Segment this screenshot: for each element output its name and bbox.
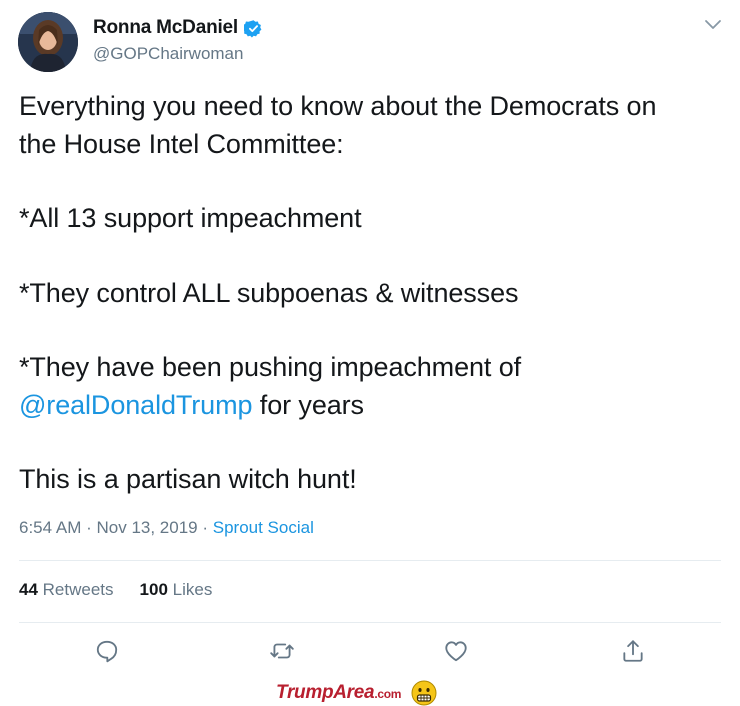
tweet-stats: 44 Retweets 100 Likes [19, 580, 212, 600]
tweet-source-link[interactable]: Sprout Social [213, 518, 314, 537]
tweet-line: *They have been pushing impeachment of [19, 352, 522, 382]
tweet-actions [0, 638, 740, 670]
watermark-brand: TrumpArea [276, 682, 375, 703]
tweet-card: Ronna McDaniel @GOPChairwoman Everything… [0, 0, 740, 706]
tweet-text: Everything you need to know about the De… [19, 88, 719, 499]
tweet-line-rest: for years [252, 389, 364, 420]
tweet-date[interactable]: Nov 13, 2019 [96, 518, 197, 537]
reply-icon[interactable] [94, 638, 124, 668]
tweet-line: This is a partisan witch hunt! [19, 464, 357, 494]
watermark-logo: TrumpArea.com [276, 682, 401, 704]
likes-count: 100 [139, 580, 168, 599]
tweet-line: *All 13 support impeachment [19, 203, 362, 233]
watermark-suffix: .com [374, 687, 402, 701]
retweets-stat[interactable]: 44 Retweets [19, 580, 114, 600]
mention-link[interactable]: @realDonaldTrump [19, 390, 253, 420]
divider [19, 622, 721, 623]
likes-label: Likes [172, 580, 213, 599]
tweet-line: the House Intel Committee: [19, 128, 344, 159]
retweets-count: 44 [19, 580, 38, 599]
tweet-time[interactable]: 6:54 AM [19, 518, 81, 537]
tweet-line: *They control ALL subpoenas & witnesses [19, 277, 519, 308]
tweet-meta: 6:54 AM · Nov 13, 2019 · Sprout Social [19, 518, 314, 538]
likes-stat[interactable]: 100 Likes [140, 580, 213, 600]
retweets-label: Retweets [42, 580, 114, 599]
author-name[interactable]: Ronna McDaniel [93, 17, 238, 39]
share-icon[interactable] [620, 638, 650, 668]
avatar-image [18, 12, 78, 72]
tweet-author: Ronna McDaniel @GOPChairwoman [93, 16, 263, 64]
emoji-face-icon [411, 680, 437, 706]
tweet-line: @realDonaldTrump for years [19, 387, 719, 425]
verified-badge-icon [242, 19, 263, 38]
heart-icon[interactable] [443, 638, 473, 668]
chevron-down-icon[interactable] [704, 18, 722, 32]
retweet-icon[interactable] [269, 638, 299, 668]
meta-separator: · [81, 518, 97, 537]
tweet-line: Everything you need to know about the De… [19, 91, 657, 121]
meta-separator: · [197, 518, 213, 537]
author-handle[interactable]: @GOPChairwoman [93, 44, 263, 64]
avatar[interactable] [18, 12, 78, 72]
divider [19, 560, 721, 561]
watermark: TrumpArea.com [276, 680, 437, 706]
